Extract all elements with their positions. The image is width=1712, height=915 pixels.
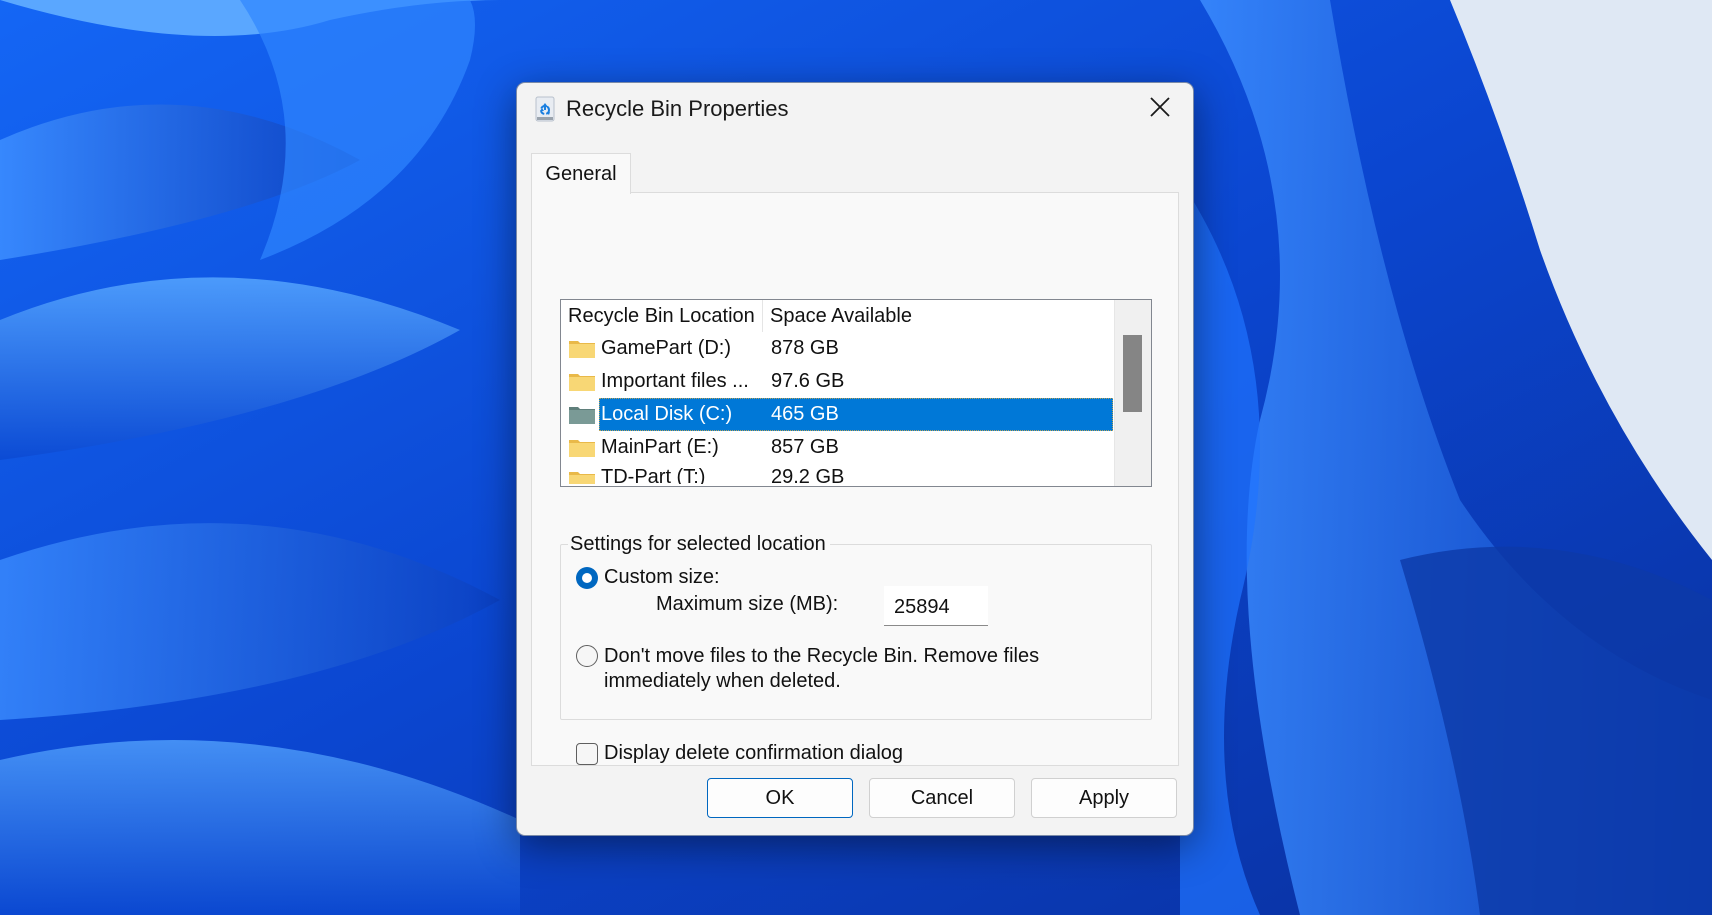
- folder-icon: [568, 470, 596, 484]
- tab-general[interactable]: General: [531, 153, 631, 194]
- list-item[interactable]: TD-Part (T:) 29.2 GB: [561, 464, 1113, 484]
- recycle-bin-properties-dialog: Recycle Bin Properties General Recycle B…: [516, 82, 1194, 836]
- list-item[interactable]: Important files ... 97.6 GB: [561, 365, 1113, 398]
- ok-button[interactable]: OK: [707, 778, 853, 818]
- close-button[interactable]: [1127, 83, 1193, 131]
- custom-size-radio[interactable]: [576, 567, 598, 589]
- space-available: 878 GB: [771, 337, 839, 359]
- location-name: TD-Part (T:): [601, 466, 706, 484]
- recycle-bin-location-list[interactable]: Recycle Bin Location Space Available Gam…: [560, 299, 1152, 487]
- space-available: 29.2 GB: [771, 466, 845, 484]
- dialog-title: Recycle Bin Properties: [566, 96, 789, 121]
- space-available: 465 GB: [771, 403, 839, 425]
- folder-icon: [568, 339, 596, 359]
- cancel-button[interactable]: Cancel: [869, 778, 1015, 818]
- list-item[interactable]: GamePart (D:) 878 GB: [561, 332, 1113, 365]
- list-item[interactable]: MainPart (E:) 857 GB: [561, 431, 1113, 464]
- settings-group-label: Settings for selected location: [568, 533, 830, 556]
- location-name: GamePart (D:): [601, 337, 732, 359]
- location-name: MainPart (E:): [601, 436, 719, 458]
- delete-confirmation-checkbox[interactable]: [576, 743, 598, 765]
- vertical-scrollbar[interactable]: [1114, 300, 1151, 486]
- column-header-location[interactable]: Recycle Bin Location: [561, 300, 763, 332]
- location-name: Local Disk (C:): [601, 403, 733, 425]
- delete-confirmation-label[interactable]: Display delete confirmation dialog: [604, 742, 903, 765]
- maximum-size-input[interactable]: [884, 586, 988, 626]
- custom-size-label[interactable]: Custom size:: [604, 566, 720, 589]
- folder-icon: [568, 372, 596, 392]
- folder-icon: [568, 438, 596, 458]
- apply-button[interactable]: Apply: [1031, 778, 1177, 818]
- recycle-bin-icon: [534, 96, 556, 122]
- location-name: Important files ...: [601, 370, 749, 392]
- close-icon: [1150, 97, 1170, 117]
- space-available: 97.6 GB: [771, 370, 845, 392]
- folder-icon: [568, 405, 596, 425]
- space-available: 857 GB: [771, 436, 839, 458]
- list-rows: GamePart (D:) 878 GB Important files ... 97…: [561, 332, 1113, 484]
- general-tab-panel: Recycle Bin Location Space Available Gam…: [531, 192, 1179, 766]
- scrollbar-thumb[interactable]: [1123, 335, 1142, 412]
- list-item[interactable]: Local Disk (C:) 465 GB: [561, 398, 1113, 431]
- list-header: Recycle Bin Location Space Available: [561, 300, 1113, 332]
- dont-move-files-radio[interactable]: [576, 645, 598, 667]
- dont-move-files-label[interactable]: Don't move files to the Recycle Bin. Rem…: [604, 644, 1104, 694]
- maximum-size-label: Maximum size (MB):: [656, 593, 839, 615]
- column-header-space[interactable]: Space Available: [763, 300, 1113, 332]
- title-bar[interactable]: Recycle Bin Properties: [517, 83, 1193, 131]
